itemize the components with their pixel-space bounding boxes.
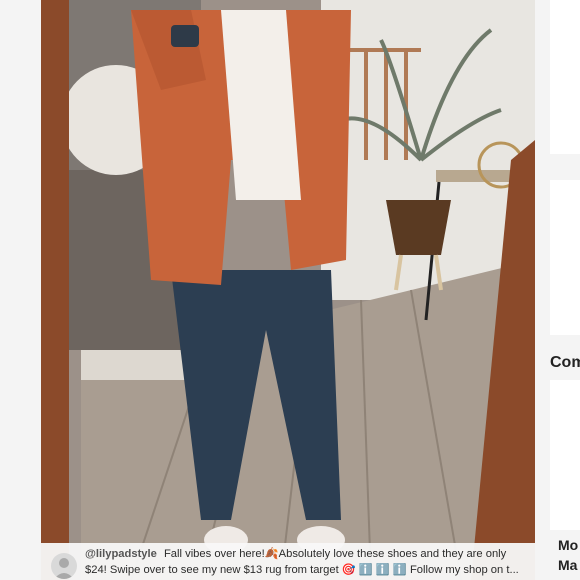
outfit-image	[41, 0, 535, 580]
sidebar-card-top[interactable]	[550, 0, 580, 154]
caption-bar: @lilypadstyle Fall vibes over here!🍂Abso…	[41, 543, 535, 580]
sidebar-heading: Com	[550, 354, 580, 371]
user-icon	[54, 558, 74, 579]
sidebar-item-image[interactable]	[550, 380, 580, 530]
sidebar-item-title-line1[interactable]: Mo	[558, 536, 578, 554]
caption-username[interactable]: @lilypadstyle	[85, 548, 157, 560]
sidebar-card-middle[interactable]	[550, 180, 580, 335]
sidebar-item-title-line2[interactable]: Ma	[558, 556, 577, 574]
caption-text: @lilypadstyle Fall vibes over here!🍂Abso…	[85, 543, 535, 580]
left-gutter	[0, 0, 41, 580]
listing-photo[interactable]: @lilypadstyle Fall vibes over here!🍂Abso…	[41, 0, 535, 580]
avatar[interactable]	[51, 553, 77, 579]
